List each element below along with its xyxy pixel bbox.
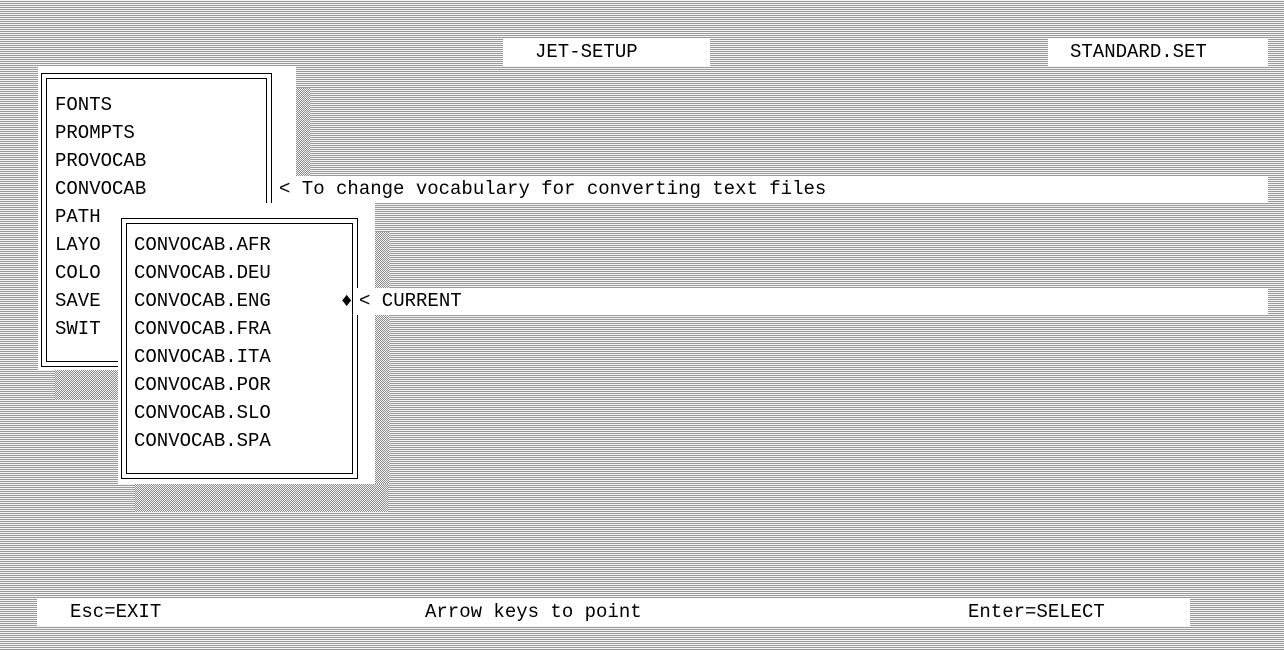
file-bar: STANDARD.SET: [1048, 38, 1268, 66]
app-title: JET-SETUP: [535, 41, 638, 63]
current-hint-bar: < CURRENT: [356, 288, 1268, 315]
submenu-item-deu[interactable]: CONVOCAB.DEU: [134, 259, 271, 287]
menu-item-colors[interactable]: COLO: [55, 259, 101, 287]
submenu-shadow-bottom: [134, 484, 389, 512]
main-menu-shadow: [296, 88, 310, 178]
convocab-hint: < To change vocabulary for converting te…: [279, 178, 827, 200]
convocab-hint-bar: < To change vocabulary for converting te…: [276, 176, 1268, 203]
settings-file-name: STANDARD.SET: [1070, 41, 1207, 63]
menu-item-switch[interactable]: SWIT: [55, 315, 101, 343]
status-bar: Esc=EXIT Arrow keys to point Enter=SELEC…: [37, 598, 1190, 626]
menu-item-prompts[interactable]: PROMPTS: [55, 119, 135, 147]
submenu-item-afr[interactable]: CONVOCAB.AFR: [134, 231, 271, 259]
menu-item-path[interactable]: PATH: [55, 203, 101, 231]
current-marker-icon: ♦: [341, 290, 353, 312]
menu-item-save[interactable]: SAVE: [55, 287, 101, 315]
submenu-shadow-right: [375, 232, 389, 512]
status-select: Enter=SELECT: [968, 601, 1105, 623]
submenu-item-eng[interactable]: CONVOCAB.ENG: [134, 287, 271, 315]
menu-item-provocab[interactable]: PROVOCAB: [55, 147, 146, 175]
submenu-item-slo[interactable]: CONVOCAB.SLO: [134, 399, 271, 427]
menu-item-layout[interactable]: LAYO: [55, 231, 101, 259]
submenu-item-fra[interactable]: CONVOCAB.FRA: [134, 315, 271, 343]
title-bar: JET-SETUP: [503, 38, 710, 66]
status-exit: Esc=EXIT: [70, 601, 162, 623]
menu-item-fonts[interactable]: FONTS: [55, 91, 112, 119]
menu-item-convocab[interactable]: CONVOCAB: [55, 175, 146, 203]
status-point: Arrow keys to point: [425, 601, 642, 623]
main-menu-shadow-bottom: [54, 370, 120, 400]
current-hint: < CURRENT: [359, 290, 462, 312]
submenu-item-spa[interactable]: CONVOCAB.SPA: [134, 427, 271, 455]
submenu-item-ita[interactable]: CONVOCAB.ITA: [134, 343, 271, 371]
submenu-item-por[interactable]: CONVOCAB.POR: [134, 371, 271, 399]
